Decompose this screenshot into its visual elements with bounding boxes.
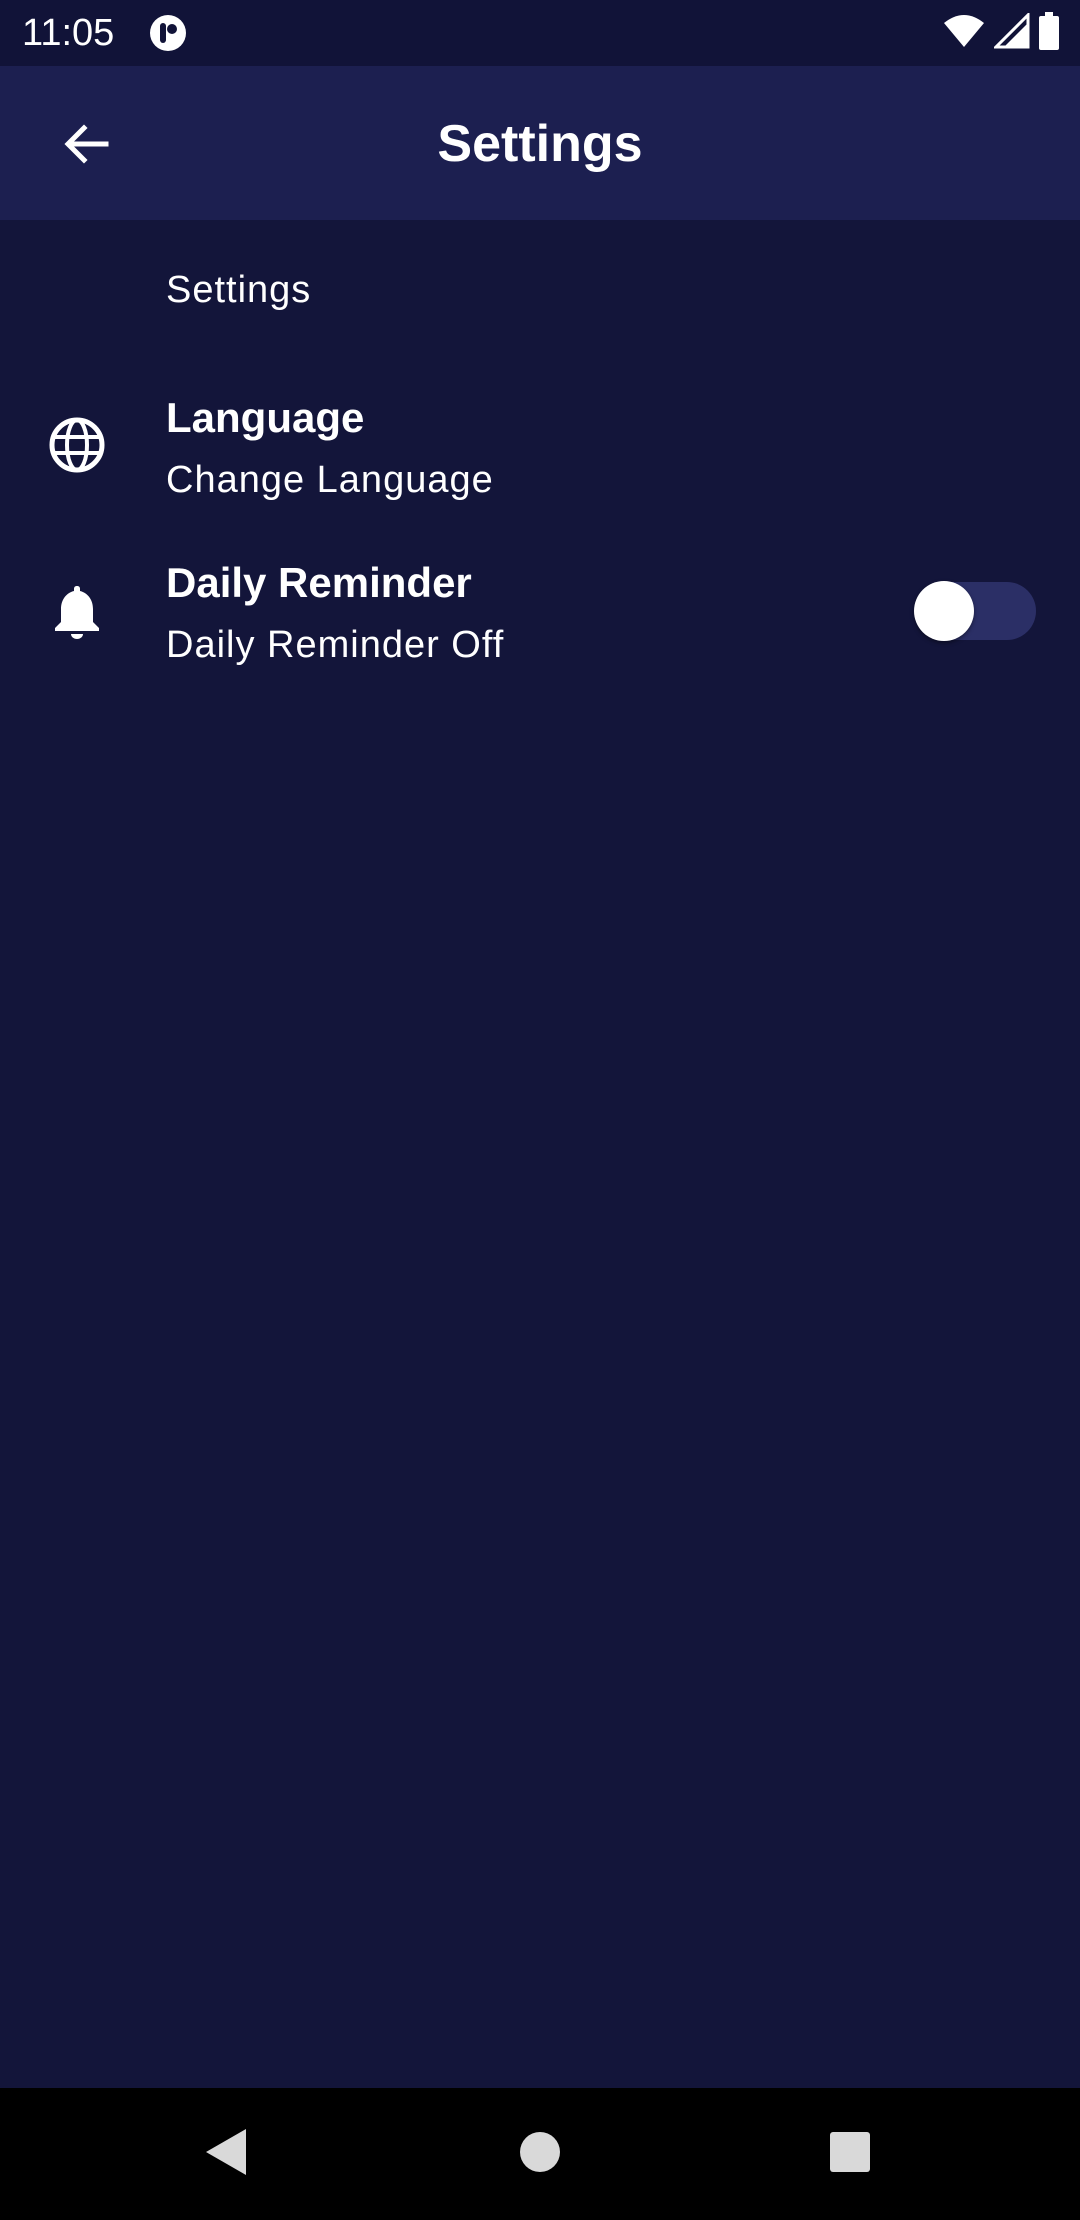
settings-item-language[interactable]: [0, 380, 1080, 530]
nav-recents-button[interactable]: [820, 2124, 880, 2184]
globe-icon: [46, 414, 108, 476]
settings-screen: 11:05 Settings Settings Language Change …: [0, 0, 1080, 2220]
settings-item-title: Language: [166, 394, 365, 441]
status-icons: [942, 10, 1060, 55]
section-header: Settings: [166, 269, 312, 311]
home-circle-icon: [518, 2130, 562, 2179]
nav-back-button[interactable]: [196, 2124, 256, 2184]
bell-icon: [46, 580, 108, 642]
status-bar: 11:05: [0, 0, 1080, 66]
settings-item-title: Daily Reminder: [166, 559, 472, 606]
recents-square-icon: [828, 2130, 872, 2179]
settings-item-subtitle: Daily Reminder Off: [166, 624, 505, 666]
nav-home-button[interactable]: [510, 2124, 570, 2184]
system-nav-bar: [0, 2088, 1080, 2220]
daily-reminder-toggle[interactable]: [914, 580, 1036, 642]
app-bar: Settings: [0, 66, 1080, 220]
page-title: Settings: [437, 115, 643, 173]
settings-item-subtitle: Change Language: [166, 459, 494, 501]
wifi-icon: [942, 13, 986, 54]
back-triangle-icon: [204, 2127, 248, 2182]
toggle-thumb: [914, 581, 974, 641]
status-time: 11:05: [22, 12, 115, 54]
app-notification-icon: [148, 13, 188, 53]
battery-icon: [1038, 11, 1060, 55]
cell-signal-icon: [992, 10, 1030, 54]
